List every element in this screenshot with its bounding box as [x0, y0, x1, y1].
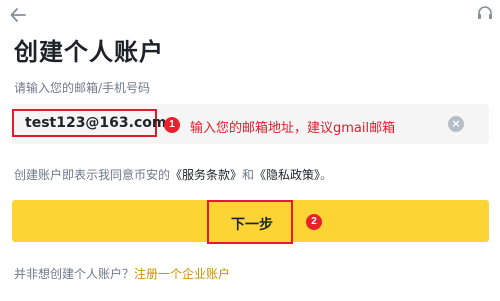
back-arrow-icon[interactable] [9, 6, 27, 24]
register-business-account-link[interactable]: 注册一个企业账户 [134, 267, 230, 281]
next-button[interactable]: 下一步 2 [12, 200, 489, 244]
terms-agreement: 创建账户即表示我同意币安的《服务条款》和《隐私政策》。 [14, 166, 332, 183]
terms-conjunction: 和 [242, 168, 255, 182]
step-1-annotation: 输入您的邮箱地址，建议gmail邮箱 [190, 121, 396, 136]
email-input[interactable]: test123@163.com 1 输入您的邮箱地址，建议gmail邮箱 × [12, 104, 489, 144]
terms-suffix: 。 [320, 168, 333, 182]
step-1-badge: 1 [164, 117, 180, 133]
next-button-label: 下一步 [231, 217, 273, 233]
clear-icon[interactable]: × [448, 116, 464, 132]
email-field-label: 请输入您的邮箱/手机号码 [14, 81, 151, 95]
service-terms-link[interactable]: 《服务条款》 [170, 168, 242, 182]
privacy-policy-link[interactable]: 《隐私政策》 [254, 168, 320, 182]
email-input-value[interactable]: test123@163.com [25, 115, 166, 131]
headset-icon[interactable] [476, 4, 494, 22]
terms-prefix: 创建账户即表示我同意币安的 [14, 168, 171, 182]
footer-question: 并非想创建个人账户？ [14, 267, 135, 281]
business-account-prompt: 并非想创建个人账户？注册一个企业账户 [14, 265, 230, 282]
next-annotation-highlight: 下一步 [207, 200, 293, 244]
step-2-badge: 2 [306, 214, 322, 230]
page-title: 创建个人账户 [14, 38, 164, 66]
